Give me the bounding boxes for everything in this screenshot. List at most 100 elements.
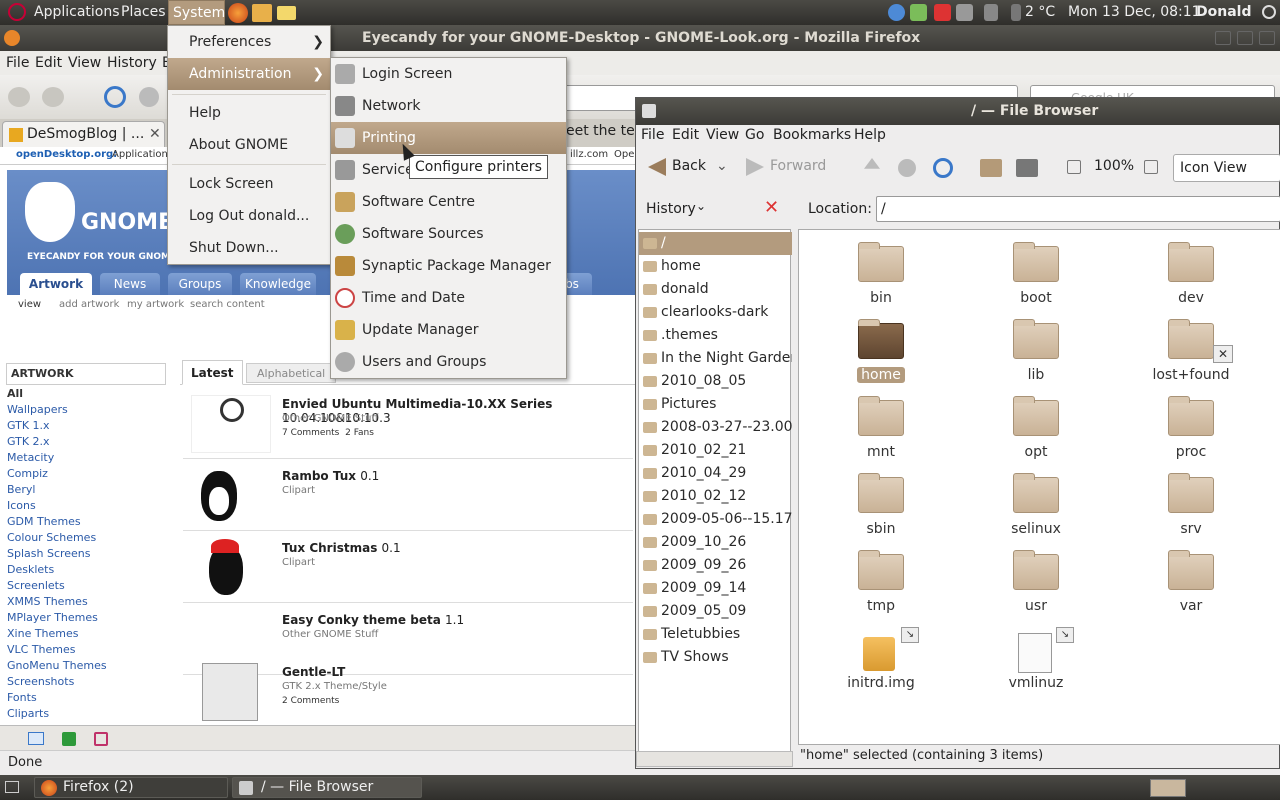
item-thumbnail[interactable] (191, 395, 271, 453)
show-desktop-icon[interactable] (5, 781, 19, 793)
category-link[interactable]: GTK 1.x (7, 419, 50, 432)
fb-menu-go[interactable]: Go (745, 127, 764, 143)
tab-desmogblog[interactable]: DeSmogBlog | ... ✕ (2, 121, 165, 147)
fb-menu-bookmarks[interactable]: Bookmarks (773, 127, 851, 143)
item-title[interactable]: Rambo Tux (282, 469, 356, 483)
tab-alphabetical[interactable]: Alphabetical (246, 363, 337, 383)
side-pane-title[interactable]: History (646, 201, 696, 217)
category-link[interactable]: VLC Themes (7, 643, 76, 656)
menu-item-software-centre[interactable]: Software Centre (331, 186, 566, 218)
bookmark-opendesktop[interactable]: openDesktop.org: (16, 149, 117, 160)
file-item[interactable]: srv (1131, 473, 1251, 545)
fb-menu-edit[interactable]: Edit (672, 127, 699, 143)
back-arrow-icon[interactable] (648, 158, 666, 176)
item-title[interactable]: Tux Christmas (282, 541, 377, 555)
menu-item-users-and-groups[interactable]: Users and Groups (331, 346, 566, 378)
zoom-out-icon[interactable] (1067, 160, 1081, 174)
file-item[interactable]: bin (821, 242, 941, 314)
item-category[interactable]: Other GNOME Stuff (282, 629, 378, 640)
list-item[interactable]: Tux Christmas 0.1 Clipart (183, 531, 633, 603)
gentle-lt-thumbnail[interactable] (202, 663, 258, 721)
menu-history[interactable]: History (107, 55, 157, 71)
reload-icon[interactable] (933, 158, 953, 178)
item-category[interactable]: Clipart (282, 485, 315, 496)
history-item[interactable]: .themes (639, 324, 792, 347)
debian-logo-icon[interactable] (8, 3, 26, 21)
task-file-browser[interactable]: / — File Browser (232, 777, 422, 798)
gnome-foot-logo-icon[interactable] (25, 182, 75, 242)
temperature[interactable]: 2 °C (1025, 0, 1055, 25)
rambo-tux-thumbnail[interactable] (191, 467, 271, 525)
location-input[interactable]: / (876, 196, 1280, 222)
category-link[interactable]: Xine Themes (7, 627, 79, 640)
system-menu[interactable]: System (168, 0, 225, 25)
task-firefox[interactable]: Firefox (2) (34, 777, 228, 798)
history-item[interactable]: 2010_02_21 (639, 439, 792, 462)
stop-icon[interactable] (139, 87, 159, 107)
nav-tab-news[interactable]: News (100, 273, 160, 295)
file-item[interactable]: proc (1131, 396, 1251, 468)
category-link[interactable]: All (7, 387, 23, 400)
category-link[interactable]: Screenshots (7, 675, 74, 688)
subnav-add-artwork[interactable]: add artwork (59, 299, 119, 310)
file-item[interactable]: ✕ lost+found (1131, 319, 1251, 391)
item-fans[interactable]: 2 Fans (345, 428, 374, 438)
stop-icon[interactable] (898, 159, 916, 177)
item-category[interactable]: GTK 2.x Theme/Style (282, 681, 387, 692)
menu-item-shut-down[interactable]: Shut Down... (168, 232, 330, 264)
file-item[interactable]: ↘ vmlinuz (976, 627, 1096, 699)
nav-tab-knowledge[interactable]: Knowledge (240, 273, 316, 295)
menu-item-software-sources[interactable]: Software Sources (331, 218, 566, 250)
history-item[interactable]: 2009_09_14 (639, 577, 792, 600)
history-item[interactable]: 2010_04_29 (639, 462, 792, 485)
nav-tab-groups[interactable]: Groups (168, 273, 232, 295)
category-link[interactable]: Desklets (7, 563, 54, 576)
item-category[interactable]: Other GNOME Stuff (282, 413, 378, 424)
history-item[interactable]: 2010_08_05 (639, 370, 792, 393)
close-side-pane-icon[interactable]: ✕ (764, 197, 779, 218)
subnav-my-artwork[interactable]: my artwork (127, 299, 184, 310)
menu-item-administration[interactable]: Administration ❯ (168, 58, 330, 90)
network-tray-icon[interactable] (956, 4, 973, 21)
category-link[interactable]: GDM Themes (7, 515, 81, 528)
category-link[interactable]: Fonts (7, 691, 37, 704)
back-arrow-icon[interactable] (8, 87, 30, 107)
menu-item-about-gnome[interactable]: About GNOME (168, 129, 330, 161)
bookmark-applications[interactable]: Applications (112, 149, 173, 160)
history-item[interactable]: 2008-03-27--23.00.0 (639, 416, 792, 439)
computer-icon[interactable] (1016, 159, 1038, 177)
file-item[interactable]: opt (976, 396, 1096, 468)
file-item[interactable]: home (821, 319, 941, 391)
category-link[interactable]: Splash Screens (7, 547, 91, 560)
item-comments[interactable]: 2 Comments (282, 696, 339, 706)
history-item[interactable]: Pictures (639, 393, 792, 416)
firefox-launcher-icon[interactable] (228, 3, 248, 23)
nav-tab-artwork[interactable]: Artwork (20, 273, 92, 295)
file-item[interactable]: dev (1131, 242, 1251, 314)
power-icon[interactable] (1262, 5, 1276, 19)
forward-button[interactable]: Forward (770, 158, 826, 174)
file-item[interactable]: boot (976, 242, 1096, 314)
history-item[interactable]: donald (639, 278, 792, 301)
category-link[interactable]: XMMS Themes (7, 595, 88, 608)
history-item[interactable]: 2009_05_09 (639, 600, 792, 623)
menu-item-lock-screen[interactable]: Lock Screen (168, 168, 330, 200)
workspace-switcher[interactable] (1150, 779, 1186, 797)
home-icon[interactable] (980, 159, 1002, 177)
tab-latest[interactable]: Latest (182, 360, 243, 385)
item-category[interactable]: Clipart (282, 557, 315, 568)
back-button[interactable]: Back (672, 158, 706, 174)
category-link[interactable]: Beryl (7, 483, 35, 496)
menu-view[interactable]: View (68, 55, 101, 71)
menu-item-login-screen[interactable]: Login Screen (331, 58, 566, 90)
subnav-search-content[interactable]: search content (190, 299, 265, 310)
file-item[interactable]: mnt (821, 396, 941, 468)
menu-item-help[interactable]: Help (168, 97, 330, 129)
zoom-in-icon[interactable] (1144, 160, 1158, 174)
fb-menu-help[interactable]: Help (854, 127, 886, 143)
chevron-down-icon[interactable]: ⌄ (696, 199, 706, 213)
category-link[interactable]: Colour Schemes (7, 531, 96, 544)
category-link[interactable]: Screenlets (7, 579, 65, 592)
minimize-button[interactable] (1215, 31, 1231, 45)
list-item[interactable]: Rambo Tux 0.1 Clipart (183, 459, 633, 531)
